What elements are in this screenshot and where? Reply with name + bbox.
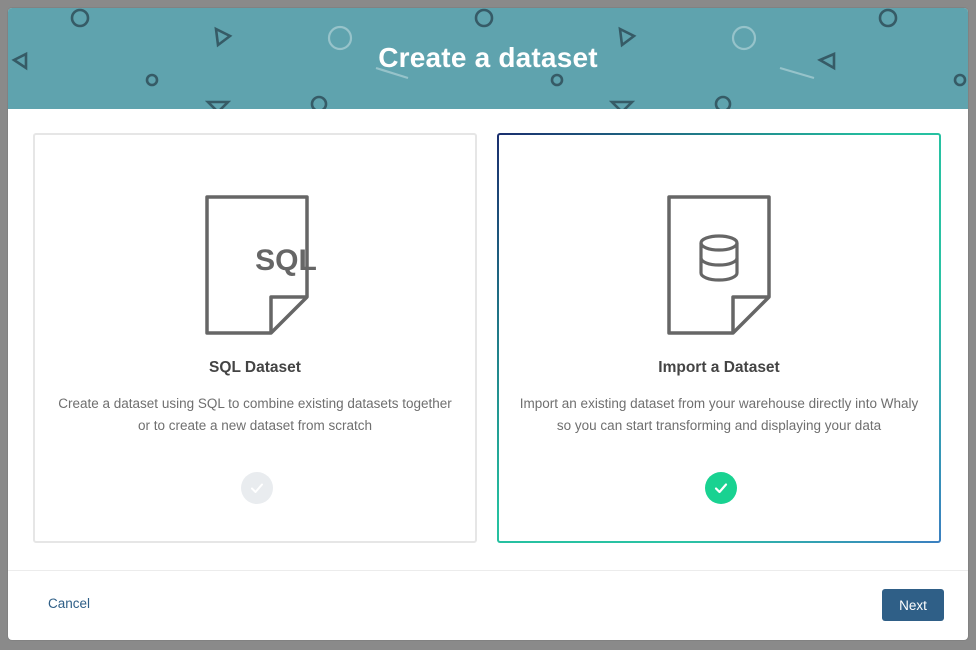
modal-header: Create a dataset (8, 8, 968, 109)
modal-title: Create a dataset (378, 42, 598, 73)
import-dataset-title: Import a Dataset (658, 359, 780, 376)
database-file-illustration (499, 195, 939, 335)
next-button[interactable]: Next (882, 589, 944, 621)
svg-text:SQL: SQL (255, 244, 317, 277)
sql-dataset-description: Create a dataset using SQL to combine ex… (58, 396, 452, 433)
import-dataset-card[interactable]: Import a Dataset Import an existing data… (497, 133, 941, 543)
selected-check-icon (705, 472, 737, 504)
unselected-check-icon (241, 472, 273, 504)
import-dataset-description: Import an existing dataset from your war… (519, 396, 919, 433)
sql-dataset-card[interactable]: SQL SQL Dataset Create a dataset using S… (33, 133, 477, 543)
create-dataset-modal: Create a dataset SQL SQL Dataset Create … (8, 8, 968, 640)
cancel-button[interactable]: Cancel (48, 596, 90, 611)
sql-file-icon: SQL (205, 195, 317, 335)
sql-file-illustration: SQL (35, 195, 475, 335)
sql-dataset-title: SQL Dataset (209, 359, 301, 376)
footer-divider (8, 570, 968, 571)
database-file-icon (667, 195, 771, 335)
